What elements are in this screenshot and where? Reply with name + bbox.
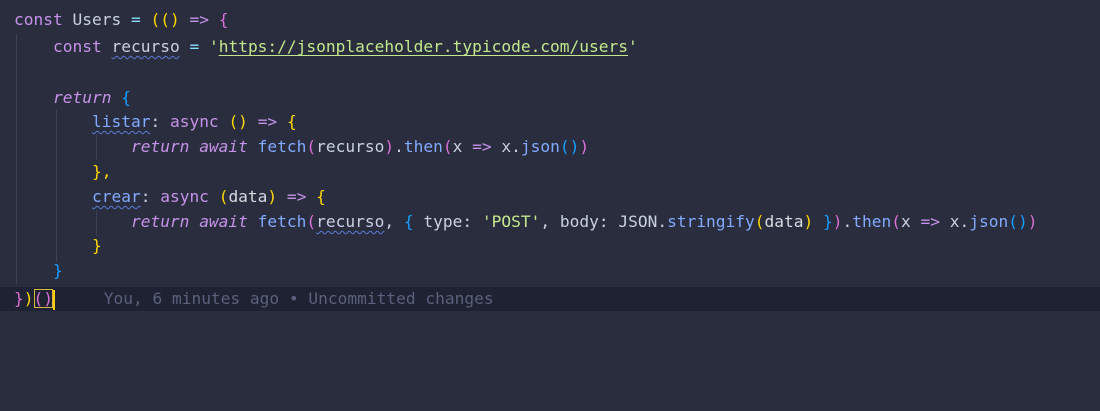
dot: . [511, 137, 521, 156]
paren-close: ) [1027, 212, 1038, 231]
brace-open: { [286, 112, 297, 131]
property-listar: listar [91, 112, 151, 131]
keyword-async: async [169, 112, 219, 131]
paren-open: ( [891, 212, 902, 231]
identifier-x: x [501, 137, 512, 156]
function-json: json [520, 137, 560, 156]
code-line-12[interactable]: })() You, 6 minutes ago • Uncommitted ch… [14, 287, 494, 311]
function-json: json [969, 212, 1009, 231]
dot: . [842, 212, 853, 231]
key-type: type [423, 212, 463, 231]
comma: , [540, 212, 551, 231]
identifier-recurso: recurso [111, 37, 180, 56]
operator-assign: = [130, 10, 141, 29]
paren-close: ) [169, 10, 180, 29]
parens: () [1008, 212, 1028, 231]
brace-close: }, [91, 162, 112, 181]
paren-close: ) [579, 137, 590, 156]
code-editor[interactable]: const Users = (() => { const recurso = '… [0, 0, 1100, 411]
brace-open: { [218, 10, 229, 29]
colon: : [462, 212, 473, 231]
parens: () [228, 112, 248, 131]
string-quote: ' [628, 37, 638, 56]
code-line-10[interactable]: } [14, 234, 102, 258]
function-then: then [852, 212, 892, 231]
key-body: body [559, 212, 599, 231]
keyword-const: const [14, 10, 63, 29]
paren-open: ( [306, 137, 317, 156]
comma: , [384, 212, 395, 231]
identifier-recurso: recurso [316, 137, 385, 156]
function-fetch: fetch [257, 212, 307, 231]
git-blame-annotation[interactable]: You, 6 minutes ago • Uncommitted changes [104, 289, 494, 308]
arrow-operator: => [257, 112, 278, 131]
colon: : [140, 187, 151, 206]
code-line-6[interactable]: return await fetch(recurso).then(x => x.… [14, 135, 589, 159]
identifier-data: data [764, 212, 804, 231]
identifier-x: x [949, 212, 960, 231]
operator-assign: = [189, 37, 200, 56]
identifier-json: JSON [618, 212, 658, 231]
property-crear: crear [91, 187, 141, 206]
param-data: data [228, 187, 268, 206]
arrow-operator: => [920, 212, 941, 231]
brace-close: } [91, 236, 102, 255]
parens: () [559, 137, 580, 156]
paren-close: ) [23, 289, 34, 308]
brace-open: { [121, 88, 131, 107]
colon: : [150, 112, 161, 131]
paren-open: ( [218, 187, 229, 206]
arrow-operator: => [472, 137, 492, 156]
paren-open: ( [442, 137, 453, 156]
colon: : [598, 212, 609, 231]
arrow-operator: => [286, 187, 307, 206]
paren-open: ( [754, 212, 765, 231]
function-fetch: fetch [257, 137, 307, 156]
brace-close: } [52, 261, 63, 280]
keyword-return: return [52, 88, 112, 107]
code-line-2[interactable]: const recurso = 'https://jsonplaceholder… [14, 35, 638, 59]
paren-close: ) [267, 187, 278, 206]
keyword-await: await [199, 137, 248, 156]
identifier-users: Users [72, 10, 122, 29]
dot: . [959, 212, 970, 231]
code-line-4[interactable]: return { [14, 86, 131, 110]
arrow-operator: => [189, 10, 209, 29]
url-link[interactable]: https://jsonplaceholder.typicode.com/use… [219, 37, 628, 56]
paren-close: ) [832, 212, 843, 231]
code-line-5[interactable]: listar: async () => { [14, 110, 297, 134]
dot: . [394, 137, 404, 156]
paren-open: ( [306, 212, 317, 231]
keyword-return: return [130, 212, 190, 231]
function-then: then [403, 137, 443, 156]
brace-open: { [316, 187, 326, 206]
keyword-const: const [52, 37, 102, 56]
code-line-11[interactable]: } [14, 259, 63, 283]
paren-open: (( [150, 10, 170, 29]
object-brace-open: { [403, 212, 414, 231]
param-x: x [452, 137, 463, 156]
object-brace-close: } [823, 212, 833, 231]
code-line-1[interactable]: const Users = (() => { [14, 8, 228, 32]
param-x: x [901, 212, 911, 231]
keyword-return: return [130, 137, 190, 156]
code-line-9[interactable]: return await fetch(recurso, { type: 'POS… [14, 210, 1038, 234]
paren-close: ) [384, 137, 395, 156]
identifier-recurso: recurso [316, 212, 385, 231]
code-line-7[interactable]: }, [14, 160, 112, 184]
string-post: 'POST' [481, 212, 541, 231]
function-stringify: stringify [667, 212, 755, 231]
keyword-async: async [160, 187, 209, 206]
dot: . [657, 212, 668, 231]
brace-close: } [14, 289, 24, 308]
call-parens: () [33, 289, 53, 308]
string-quote: ' [208, 37, 219, 56]
code-line-8[interactable]: crear: async (data) => { [14, 185, 326, 209]
paren-close: ) [803, 212, 814, 231]
keyword-await: await [199, 212, 248, 231]
